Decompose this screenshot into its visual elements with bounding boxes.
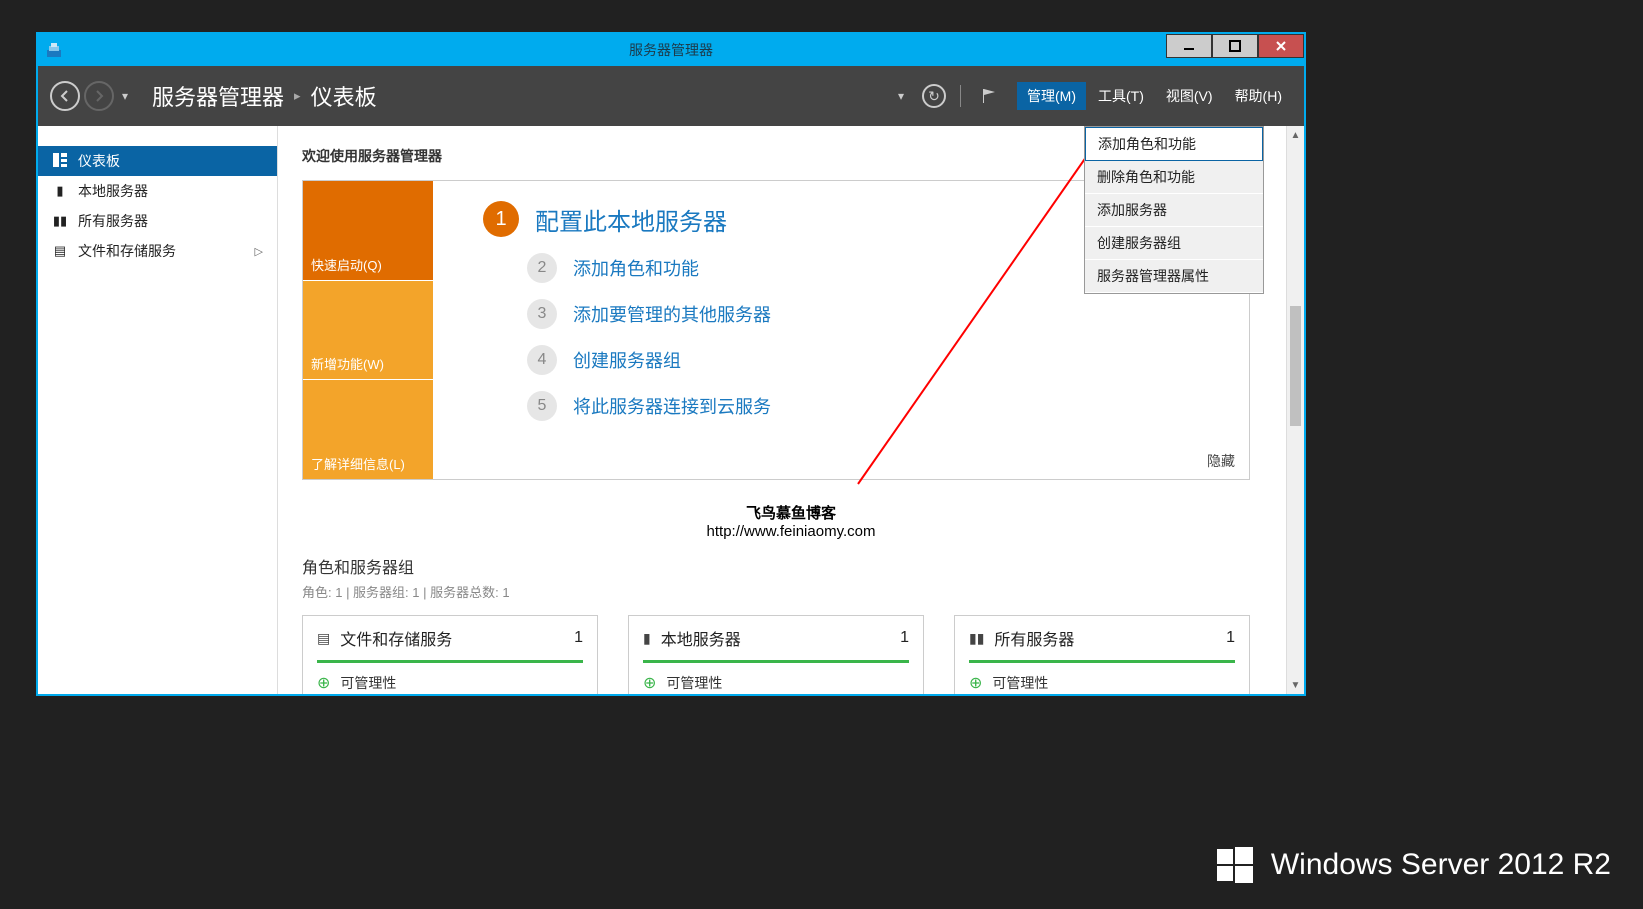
roles-subtitle: 角色: 1 | 服务器组: 1 | 服务器总数: 1 [302, 582, 1280, 601]
tile-row-manageability[interactable]: ⊕ 可管理性 [643, 663, 909, 693]
storage-icon: ▤ [52, 243, 68, 259]
close-button[interactable] [1258, 34, 1304, 58]
sidebar: 仪表板 ▮ 本地服务器 ▮▮ 所有服务器 ▤ 文件和存储服务 ▷ [38, 126, 278, 694]
breadcrumb-current: 仪表板 [311, 80, 377, 112]
breadcrumb-sep-icon: ▸ [294, 88, 301, 104]
dropdown-item-add-roles[interactable]: 添加角色和功能 [1085, 127, 1263, 161]
refresh-button[interactable]: ↻ [922, 84, 946, 108]
step-number: 5 [527, 391, 557, 421]
os-brand: Windows Server 2012 R2 [1215, 845, 1611, 885]
windows-logo-icon [1215, 845, 1255, 885]
tile-row-label: 可管理性 [340, 673, 396, 693]
up-arrow-circle-icon: ⊕ [969, 673, 982, 693]
up-arrow-circle-icon: ⊕ [317, 673, 330, 693]
tiles-row: ▤ 文件和存储服务 1 ⊕ 可管理性 ▮ 本地服务器 1 [302, 615, 1250, 694]
dropdown-item-create-group[interactable]: 创建服务器组 [1085, 227, 1263, 260]
vertical-scrollbar[interactable]: ▲ ▼ [1286, 126, 1304, 694]
watermark-line1: 飞鸟慕鱼博客 [302, 502, 1280, 523]
tile-file-storage[interactable]: ▤ 文件和存储服务 1 ⊕ 可管理性 [302, 615, 598, 694]
tile-title: 本地服务器 [661, 626, 890, 650]
titlebar: 服务器管理器 [38, 34, 1304, 66]
tile-row-manageability[interactable]: ⊕ 可管理性 [969, 663, 1235, 693]
os-brand-text: Windows Server 2012 R2 [1271, 848, 1611, 882]
tile-row-label: 可管理性 [666, 673, 722, 693]
tile-row-manageability[interactable]: ⊕ 可管理性 [317, 663, 583, 693]
step-number: 2 [527, 253, 557, 283]
step-label: 将此服务器连接到云服务 [573, 393, 771, 419]
manage-dropdown: 添加角色和功能 删除角色和功能 添加服务器 创建服务器组 服务器管理器属性 [1084, 126, 1264, 294]
quickstart-tab[interactable]: 快速启动(Q) [303, 181, 433, 280]
step-label: 创建服务器组 [573, 347, 681, 373]
notifications-button[interactable] [975, 82, 1003, 110]
breadcrumb-root[interactable]: 服务器管理器 [152, 80, 284, 112]
sidebar-item-label: 所有服务器 [78, 211, 148, 231]
step-3[interactable]: 3 添加要管理的其他服务器 [527, 299, 1239, 329]
tile-local-server[interactable]: ▮ 本地服务器 1 ⊕ 可管理性 [628, 615, 924, 694]
whatsnew-tab[interactable]: 新增功能(W) [303, 280, 433, 380]
dashboard-icon [52, 153, 68, 170]
step-5[interactable]: 5 将此服务器连接到云服务 [527, 391, 1239, 421]
tile-count: 1 [574, 629, 583, 647]
sidebar-item-label: 文件和存储服务 [78, 241, 176, 261]
tile-title: 所有服务器 [994, 626, 1216, 650]
forward-button[interactable] [84, 81, 114, 111]
step-number: 1 [483, 201, 519, 237]
window-title: 服务器管理器 [38, 40, 1304, 60]
step-label: 配置此本地服务器 [535, 202, 727, 237]
nav-separator [960, 85, 961, 107]
menu-view[interactable]: 视图(V) [1156, 82, 1223, 110]
scroll-up-icon[interactable]: ▲ [1287, 126, 1304, 144]
storage-icon: ▤ [317, 630, 330, 647]
navbar: ▾ 服务器管理器 ▸ 仪表板 ▾ ↻ 管理(M) 工具(T) 视图(V) 帮助(… [38, 66, 1304, 126]
step-number: 3 [527, 299, 557, 329]
step-4[interactable]: 4 创建服务器组 [527, 345, 1239, 375]
sidebar-item-dashboard[interactable]: 仪表板 [38, 146, 277, 176]
sidebar-item-file-storage[interactable]: ▤ 文件和存储服务 ▷ [38, 236, 277, 266]
server-icon: ▮ [643, 630, 651, 647]
watermark-line2: http://www.feiniaomy.com [302, 523, 1280, 540]
learnmore-tab[interactable]: 了解详细信息(L) [303, 379, 433, 479]
sidebar-item-all-servers[interactable]: ▮▮ 所有服务器 [38, 206, 277, 236]
app-icon [46, 42, 62, 58]
dropdown-item-add-server[interactable]: 添加服务器 [1085, 194, 1263, 227]
dropdown-item-properties[interactable]: 服务器管理器属性 [1085, 260, 1263, 293]
address-dropdown-icon[interactable]: ▾ [898, 89, 904, 103]
scrollbar-thumb[interactable] [1290, 306, 1301, 426]
tile-title: 文件和存储服务 [340, 626, 564, 650]
welcome-panel-side: 快速启动(Q) 新增功能(W) 了解详细信息(L) [303, 181, 433, 479]
chevron-right-icon: ▷ [255, 245, 263, 258]
minimize-button[interactable] [1166, 34, 1212, 58]
breadcrumb: 服务器管理器 ▸ 仪表板 [152, 80, 377, 112]
back-button[interactable] [50, 81, 80, 111]
menu-manage[interactable]: 管理(M) [1017, 82, 1086, 110]
history-dropdown-icon[interactable]: ▾ [122, 89, 128, 103]
step-label: 添加角色和功能 [573, 255, 699, 281]
scroll-down-icon[interactable]: ▼ [1287, 676, 1304, 694]
menu-help[interactable]: 帮助(H) [1225, 82, 1292, 110]
tile-all-servers[interactable]: ▮▮ 所有服务器 1 ⊕ 可管理性 [954, 615, 1250, 694]
maximize-button[interactable] [1212, 34, 1258, 58]
tile-row-label: 可管理性 [992, 673, 1048, 693]
watermark: 飞鸟慕鱼博客 http://www.feiniaomy.com [302, 502, 1280, 540]
app-window: 服务器管理器 ▾ 服务器管理器 ▸ 仪表板 [36, 32, 1306, 696]
sidebar-item-label: 本地服务器 [78, 181, 148, 201]
tile-count: 1 [1226, 629, 1235, 647]
hide-link[interactable]: 隐藏 [1207, 451, 1235, 471]
step-label: 添加要管理的其他服务器 [573, 301, 771, 327]
tile-count: 1 [900, 629, 909, 647]
up-arrow-circle-icon: ⊕ [643, 673, 656, 693]
dropdown-item-remove-roles[interactable]: 删除角色和功能 [1085, 161, 1263, 194]
servers-icon: ▮▮ [52, 213, 68, 229]
step-number: 4 [527, 345, 557, 375]
sidebar-item-local-server[interactable]: ▮ 本地服务器 [38, 176, 277, 206]
menu-tools[interactable]: 工具(T) [1088, 82, 1154, 110]
sidebar-item-label: 仪表板 [78, 151, 120, 171]
server-icon: ▮ [52, 183, 68, 199]
roles-title: 角色和服务器组 [302, 554, 1280, 578]
servers-icon: ▮▮ [969, 630, 984, 647]
